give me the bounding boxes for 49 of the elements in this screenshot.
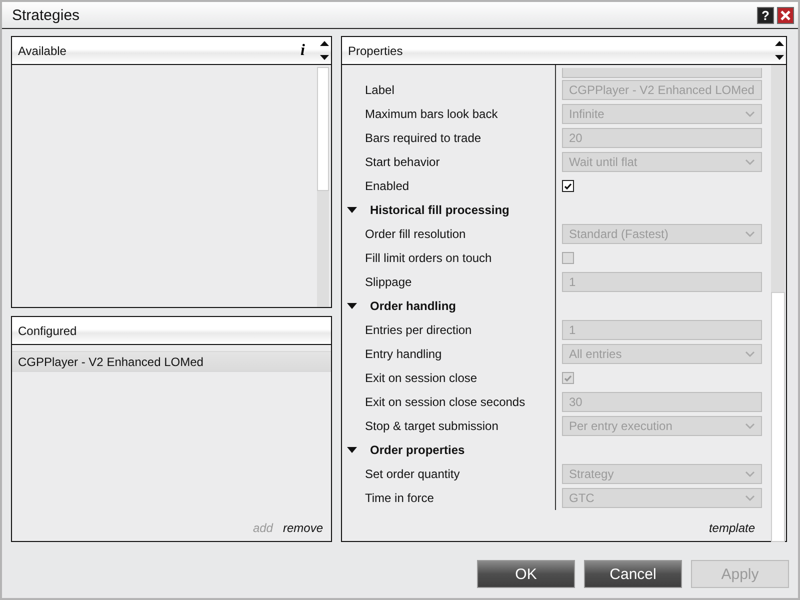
dialog-button[interactable]: OK — [477, 560, 575, 588]
help-button[interactable]: ? — [757, 6, 774, 24]
close-icon — [780, 10, 791, 20]
category-label: Order properties — [370, 443, 465, 457]
checkbox[interactable] — [562, 180, 574, 192]
property-label: Fill limit orders on touch — [364, 251, 492, 265]
caret-icon — [745, 230, 755, 238]
caret-icon — [745, 470, 755, 478]
input-field[interactable] — [562, 68, 762, 78]
property-label: Entry handling — [364, 347, 442, 361]
caret-icon — [745, 350, 755, 358]
property-label: Exit on session close seconds — [364, 395, 526, 409]
action-link[interactable]: remove — [282, 521, 323, 535]
property-label: Order fill resolution — [364, 227, 466, 241]
caret-icon — [745, 494, 755, 502]
scroll-up-icon[interactable] — [774, 41, 784, 46]
property-label: Start behavior — [364, 155, 440, 169]
template-link[interactable]: template — [708, 521, 755, 535]
property-label: Bars required to trade — [364, 131, 482, 145]
panel-title: Configured — [17, 324, 78, 338]
close-button[interactable] — [777, 6, 794, 24]
category-label: Order handling — [370, 299, 456, 313]
property-label: Stop & target submission — [364, 419, 498, 433]
category-label: Historical fill processing — [370, 203, 510, 217]
dialog-button[interactable]: Cancel — [584, 560, 682, 588]
expand-triangle-icon[interactable] — [347, 302, 357, 310]
property-label: Enabled — [364, 179, 410, 193]
property-label: Exit on session close — [364, 371, 478, 385]
property-label: Slippage — [364, 275, 412, 289]
scroll-down-icon[interactable] — [320, 54, 328, 60]
info-button[interactable]: i — [300, 42, 305, 60]
scrollbar[interactable] — [317, 67, 329, 307]
panel-title: Properties — [347, 44, 404, 58]
scrollbar[interactable] — [771, 65, 785, 541]
property-label: Time in force — [364, 491, 434, 505]
property-label: Set order quantity — [364, 467, 460, 481]
window-title: Strategies — [12, 6, 81, 24]
property-label: Entries per direction — [364, 323, 472, 337]
property-label: Label — [364, 83, 394, 97]
strategy-list-item[interactable]: CGPPlayer - V2 Enhanced LOMed — [12, 351, 331, 372]
caret-icon — [745, 158, 755, 166]
expand-triangle-icon[interactable] — [347, 206, 357, 214]
expand-triangle-icon[interactable] — [347, 446, 357, 454]
caret-icon — [745, 422, 755, 430]
property-label: Maximum bars look back — [364, 107, 498, 121]
scroll-down-icon[interactable] — [774, 54, 784, 60]
panel-title: Available — [17, 44, 68, 58]
scroll-up-icon[interactable] — [320, 41, 328, 46]
caret-icon — [745, 110, 755, 118]
